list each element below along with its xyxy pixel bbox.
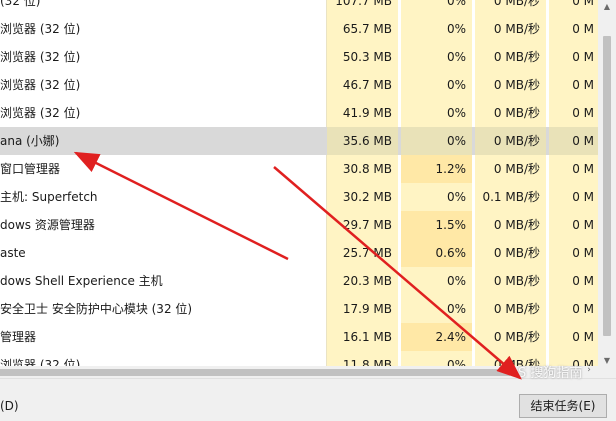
power-cell: 0 M bbox=[549, 183, 598, 211]
process-name: dows Shell Experience 主机 bbox=[0, 274, 163, 288]
power-cell: 0 M bbox=[549, 99, 598, 127]
network-cell: 0 MB/秒 bbox=[475, 155, 546, 183]
process-row[interactable]: 浏览器 (32 位) 41.9 MB 0% 0 MB/秒 0 M bbox=[0, 99, 598, 127]
end-task-button[interactable]: 结束任务(E) bbox=[519, 394, 607, 418]
process-row[interactable]: dows Shell Experience 主机 20.3 MB 0% 0 MB/秒 0… bbox=[0, 267, 598, 295]
process-row[interactable]: 窗口管理器 30.8 MB 1.2% 0 MB/秒 0 M bbox=[0, 155, 598, 183]
scroll-right-arrow-icon[interactable]: › bbox=[582, 365, 596, 377]
process-list: (32 位) 107.7 MB 0% 0 MB/秒 0 M 浏览器 (32 位) 65.7 … bbox=[0, 0, 598, 366]
network-cell: 0 MB/秒 bbox=[475, 211, 546, 239]
process-row[interactable]: ana (小娜) 35.6 MB 0% 0 MB/秒 0 M bbox=[0, 127, 598, 155]
disk-cell: 2.4% bbox=[401, 323, 472, 351]
memory-cell: 11.8 MB bbox=[327, 351, 398, 366]
process-row[interactable]: aste 25.7 MB 0.6% 0 MB/秒 0 M bbox=[0, 239, 598, 267]
disk-cell: 1.2% bbox=[401, 155, 472, 183]
network-cell: 0 MB/秒 bbox=[475, 0, 546, 15]
power-cell: 0 M bbox=[549, 43, 598, 71]
process-rows: (32 位) 107.7 MB 0% 0 MB/秒 0 M 浏览器 (32 位) 65.7 … bbox=[0, 0, 598, 366]
memory-cell: 41.9 MB bbox=[327, 99, 398, 127]
scroll-up-arrow-icon[interactable]: ▲ bbox=[598, 2, 616, 14]
details-link[interactable]: (D) bbox=[0, 399, 19, 413]
process-row[interactable]: 浏览器 (32 位) 65.7 MB 0% 0 MB/秒 0 M bbox=[0, 15, 598, 43]
memory-cell: 35.6 MB bbox=[327, 127, 398, 155]
process-row[interactable]: 浏览器 (32 位) 46.7 MB 0% 0 MB/秒 0 M bbox=[0, 71, 598, 99]
disk-cell: 0.6% bbox=[401, 239, 472, 267]
power-cell: 0 M bbox=[549, 295, 598, 323]
network-cell: 0 MB/秒 bbox=[475, 43, 546, 71]
process-name: 浏览器 (32 位) bbox=[0, 358, 81, 366]
disk-cell: 0% bbox=[401, 183, 472, 211]
network-cell: 0 MB/秒 bbox=[475, 71, 546, 99]
memory-cell: 65.7 MB bbox=[327, 15, 398, 43]
network-cell: 0 MB/秒 bbox=[475, 267, 546, 295]
footer-bar: (D) 结束任务(E) bbox=[0, 378, 616, 421]
memory-cell: 29.7 MB bbox=[327, 211, 398, 239]
network-cell: 0 MB/秒 bbox=[475, 239, 546, 267]
memory-cell: 17.9 MB bbox=[327, 295, 398, 323]
vertical-scroll-thumb[interactable] bbox=[603, 36, 611, 336]
disk-cell: 0% bbox=[401, 15, 472, 43]
process-row[interactable]: dows 资源管理器 29.7 MB 1.5% 0 MB/秒 0 M bbox=[0, 211, 598, 239]
disk-cell: 0% bbox=[401, 0, 472, 15]
process-name: 浏览器 (32 位) bbox=[0, 78, 81, 92]
memory-cell: 30.8 MB bbox=[327, 155, 398, 183]
network-cell: 0 MB/秒 bbox=[475, 15, 546, 43]
memory-cell: 107.7 MB bbox=[327, 0, 398, 15]
disk-cell: 1.5% bbox=[401, 211, 472, 239]
disk-cell: 0% bbox=[401, 351, 472, 366]
process-name: 主机: Superfetch bbox=[0, 190, 98, 204]
power-cell: 0 M bbox=[549, 0, 598, 15]
process-name: aste bbox=[0, 246, 26, 260]
memory-cell: 46.7 MB bbox=[327, 71, 398, 99]
process-row[interactable]: 安全卫士 安全防护中心模块 (32 位) 17.9 MB 0% 0 MB/秒 0 M bbox=[0, 295, 598, 323]
power-cell: 0 M bbox=[549, 267, 598, 295]
vertical-scrollbar[interactable]: ▲ ▼ bbox=[598, 0, 616, 378]
memory-cell: 30.2 MB bbox=[327, 183, 398, 211]
power-cell: 0 M bbox=[549, 239, 598, 267]
process-row[interactable]: 管理器 16.1 MB 2.4% 0 MB/秒 0 M bbox=[0, 323, 598, 351]
process-name: ana (小娜) bbox=[0, 134, 60, 148]
network-cell: 0 MB/秒 bbox=[475, 127, 546, 155]
scroll-down-arrow-icon[interactable]: ▼ bbox=[598, 356, 616, 368]
watermark-logo: S 搜狗指南 bbox=[518, 366, 583, 381]
disk-cell: 0% bbox=[401, 295, 472, 323]
disk-cell: 0% bbox=[401, 267, 472, 295]
process-name: 安全卫士 安全防护中心模块 (32 位) bbox=[0, 302, 193, 316]
network-cell: 0 MB/秒 bbox=[475, 323, 546, 351]
disk-cell: 0% bbox=[401, 127, 472, 155]
power-cell: 0 M bbox=[549, 127, 598, 155]
network-cell: 0 MB/秒 bbox=[475, 295, 546, 323]
process-row[interactable]: 浏览器 (32 位) 50.3 MB 0% 0 MB/秒 0 M bbox=[0, 43, 598, 71]
power-cell: 0 M bbox=[549, 15, 598, 43]
process-row[interactable]: 主机: Superfetch 30.2 MB 0% 0.1 MB/秒 0 M bbox=[0, 183, 598, 211]
disk-cell: 0% bbox=[401, 43, 472, 71]
process-name: 管理器 bbox=[0, 330, 37, 344]
memory-cell: 50.3 MB bbox=[327, 43, 398, 71]
power-cell: 0 M bbox=[549, 155, 598, 183]
power-cell: 0 M bbox=[549, 211, 598, 239]
memory-cell: 16.1 MB bbox=[327, 323, 398, 351]
process-name: 窗口管理器 bbox=[0, 162, 61, 176]
network-cell: 0.1 MB/秒 bbox=[475, 183, 546, 211]
process-row[interactable]: (32 位) 107.7 MB 0% 0 MB/秒 0 M bbox=[0, 0, 598, 15]
memory-cell: 20.3 MB bbox=[327, 267, 398, 295]
disk-cell: 0% bbox=[401, 99, 472, 127]
memory-cell: 25.7 MB bbox=[327, 239, 398, 267]
network-cell: 0 MB/秒 bbox=[475, 99, 546, 127]
disk-cell: 0% bbox=[401, 71, 472, 99]
horizontal-scroll-thumb[interactable] bbox=[0, 369, 510, 376]
process-name: dows 资源管理器 bbox=[0, 218, 95, 232]
power-cell: 0 M bbox=[549, 71, 598, 99]
process-row[interactable]: 浏览器 (32 位) 11.8 MB 0% 0 MB/秒 0 M bbox=[0, 351, 598, 366]
process-name: 浏览器 (32 位) bbox=[0, 106, 81, 120]
power-cell: 0 M bbox=[549, 323, 598, 351]
process-name: (32 位) bbox=[0, 0, 41, 8]
process-name: 浏览器 (32 位) bbox=[0, 50, 81, 64]
process-name: 浏览器 (32 位) bbox=[0, 22, 81, 36]
horizontal-scrollbar[interactable]: › bbox=[0, 365, 598, 378]
